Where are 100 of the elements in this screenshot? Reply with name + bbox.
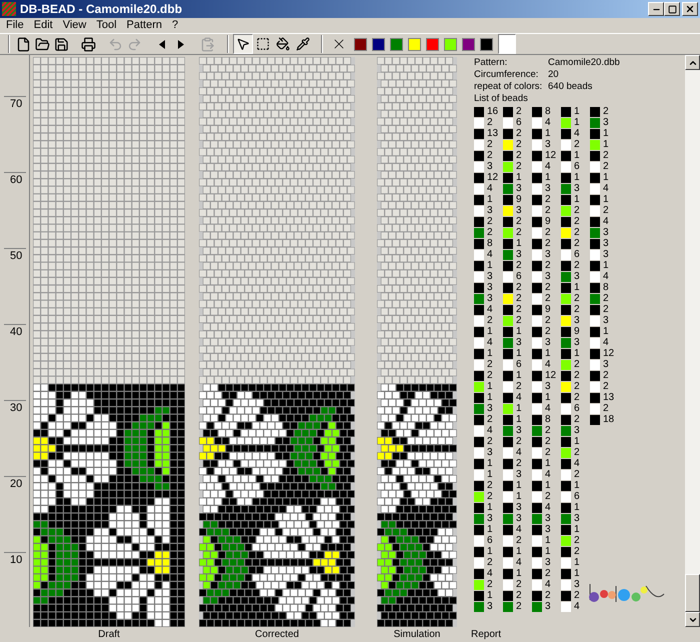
bead-count: 2: [603, 370, 609, 380]
bead-count: 3: [545, 338, 551, 348]
bead-count: 1: [487, 590, 493, 600]
bead-count: 3: [545, 558, 551, 568]
bead-count: 2: [545, 568, 551, 578]
info-value: 20: [548, 69, 559, 81]
bead-count: 2: [487, 480, 493, 490]
bead-count: 1: [487, 392, 493, 402]
bead-count: 18: [603, 414, 614, 424]
bead-count: 4: [487, 568, 493, 578]
bead-count: 1: [574, 150, 580, 160]
ruler-label: 40: [9, 325, 24, 338]
info-value: Camomile20.dbb: [548, 57, 620, 69]
menu-item[interactable]: View: [62, 17, 86, 34]
bead-count: 4: [487, 304, 493, 314]
bead-count: 1: [516, 238, 522, 248]
bead-count: 1: [574, 524, 580, 534]
bead-count: 4: [574, 128, 580, 138]
bead-count: 2: [487, 414, 493, 424]
bead-count: 2: [516, 162, 522, 172]
bead-count: 6: [516, 118, 522, 128]
menu-item[interactable]: File: [6, 17, 24, 34]
bead-count: 3: [574, 338, 580, 348]
bead-count: 3: [603, 118, 609, 128]
bead-count: 4: [574, 458, 580, 468]
bead-count: 2: [487, 558, 493, 568]
close-button[interactable]: [682, 2, 698, 16]
bead-count: 4: [516, 448, 522, 458]
menu-item[interactable]: ?: [172, 17, 178, 34]
close-icon: [685, 4, 695, 14]
bead-count: 3: [487, 602, 493, 612]
color-swatch[interactable]: [444, 38, 457, 50]
bead-count: 2: [487, 316, 493, 326]
ruler-label: 60: [9, 173, 24, 186]
color-swatch[interactable]: [462, 38, 475, 50]
bead-count: 4: [487, 426, 493, 436]
bead-count: 2: [545, 282, 551, 292]
bead-count: 8: [545, 106, 551, 116]
bead-count: 16: [487, 106, 498, 116]
minimize-button[interactable]: [648, 2, 664, 16]
left-triangle-icon: [158, 40, 164, 48]
scrollbar-thumb[interactable]: [685, 574, 700, 612]
menu-item[interactable]: Pattern: [126, 17, 162, 34]
pointer-tool-button[interactable]: [233, 34, 253, 54]
bead-count: 3: [574, 316, 580, 326]
maximize-button[interactable]: [664, 2, 680, 16]
panel-label: Draft: [98, 628, 120, 642]
bead-count: 3: [487, 206, 493, 216]
bead-count: 1: [545, 128, 551, 138]
bead-count: 4: [545, 162, 551, 172]
bead-count: 8: [487, 238, 493, 248]
bead-count: 2: [545, 326, 551, 336]
bead-count: 12: [545, 150, 556, 160]
color-swatch[interactable]: [498, 34, 516, 54]
bead-count: 2: [603, 106, 609, 116]
bead-count: 13: [487, 128, 498, 138]
bead-count: 2: [545, 492, 551, 502]
bead-count: 3: [545, 514, 551, 524]
bead-count: 1: [516, 480, 522, 490]
bead-count: 2: [574, 360, 580, 370]
color-swatch[interactable]: [480, 38, 493, 50]
print-button[interactable]: [79, 34, 98, 54]
bead-count: 3: [516, 470, 522, 480]
menu-item[interactable]: Edit: [34, 17, 53, 34]
bead-count: 2: [574, 590, 580, 600]
bead-count: 3: [603, 238, 609, 248]
bead-count: 4: [545, 360, 551, 370]
bead-count: 2: [487, 580, 493, 590]
bead-count: 1: [603, 140, 609, 150]
info-label: Pattern:: [474, 57, 508, 69]
bead-count: 2: [574, 370, 580, 380]
bead-count: 3: [545, 272, 551, 282]
color-swatch[interactable]: [408, 38, 421, 50]
bead-count: 1: [545, 172, 551, 182]
bead-count: 1: [487, 326, 493, 336]
bead-count: 1: [516, 414, 522, 424]
bead-count: 1: [516, 348, 522, 358]
info-label: repeat of colors:: [474, 81, 544, 93]
color-swatch[interactable]: [390, 38, 403, 50]
bead-count: 1: [603, 172, 609, 182]
bead-count: 9: [545, 216, 551, 226]
bead-count: 4: [487, 184, 493, 194]
list-title: List of beads: [474, 93, 528, 105]
bead-count: 3: [516, 184, 522, 194]
bead-count: 1: [516, 404, 522, 414]
color-swatch[interactable]: [354, 38, 367, 50]
bead-count: 12: [487, 172, 498, 182]
bead-count: 2: [516, 106, 522, 116]
color-swatch[interactable]: [372, 38, 385, 50]
panel-label: Corrected: [255, 628, 299, 642]
bead-count: 3: [487, 272, 493, 282]
bead-count: 9: [545, 304, 551, 314]
bead-count: 3: [603, 228, 609, 238]
bead-count: 1: [574, 502, 580, 512]
bead-count: 3: [487, 294, 493, 304]
menu-item[interactable]: Tool: [96, 17, 117, 34]
bead-count: 1: [574, 194, 580, 204]
bead-count: 2: [516, 458, 522, 468]
color-swatch[interactable]: [426, 38, 439, 50]
bead-count: 4: [545, 404, 551, 414]
